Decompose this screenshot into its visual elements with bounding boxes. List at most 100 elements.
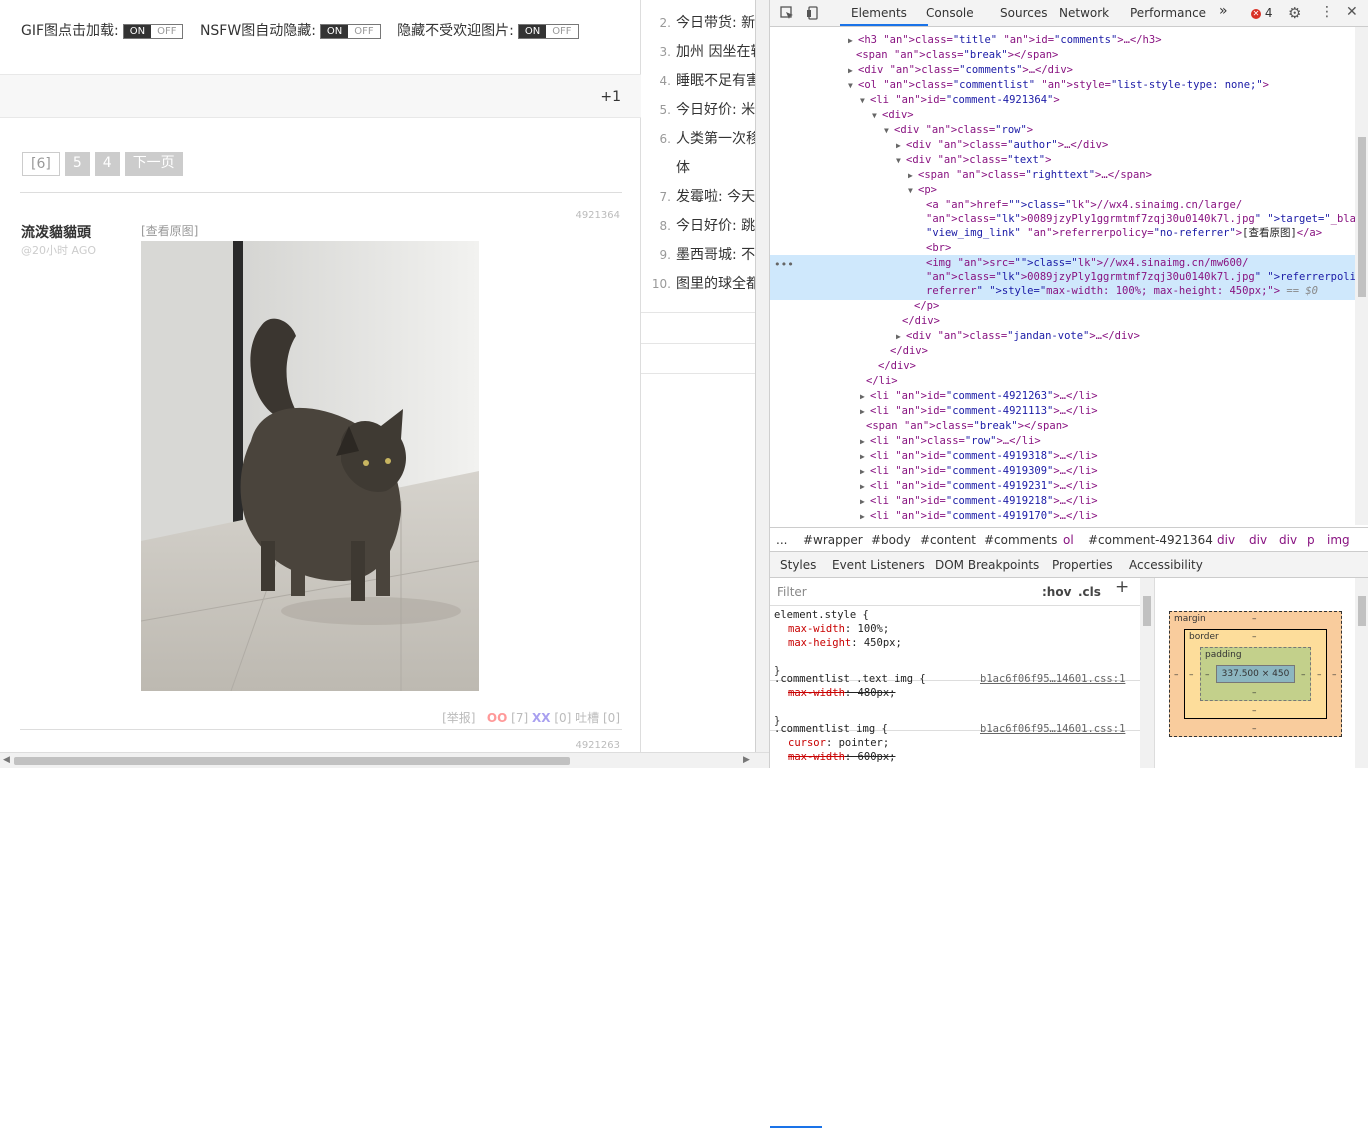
error-counter[interactable]: ✕ 4	[1251, 6, 1272, 20]
dom-node-row[interactable]: "an">class="lk">0089jzyPly1ggrmtmf7zqj30…	[926, 270, 1355, 285]
dom-node-row[interactable]: ▶ <h3 "an">class="title" "an">id="comment…	[848, 33, 1162, 48]
dom-node-row[interactable]: ▶ <li "an">id="comment-4919309">…</li>	[860, 464, 1098, 479]
new-rule-icon[interactable]: +	[1115, 579, 1129, 596]
gif-toggle[interactable]: ON OFF	[122, 23, 184, 39]
box-model-scrollbar-thumb[interactable]	[1358, 596, 1366, 626]
close-icon[interactable]: ✕	[1346, 4, 1358, 20]
dom-node-row[interactable]: ▶ <div "an">class="comments">…</div>	[848, 63, 1073, 78]
inspect-element-icon[interactable]	[780, 6, 794, 20]
dom-node-row[interactable]: ▼ <div "an">class="text">	[896, 153, 1051, 168]
elements-scrollbar-thumb[interactable]	[1358, 137, 1366, 297]
breadcrumb-item[interactable]: div	[1279, 533, 1297, 547]
dom-node-row[interactable]: "an">class="lk">0089jzyPly1ggrmtmf7zqj30…	[926, 212, 1355, 227]
css-rule-selector[interactable]: .commentlist .text img {	[774, 672, 926, 686]
hot-list-item[interactable]: 8. 今日好价: 跳	[641, 215, 755, 235]
css-source-link[interactable]: b1ac6f06f95…14601.css:1	[980, 672, 1125, 686]
expand-toggle-icon[interactable]: ▼	[896, 153, 906, 168]
breadcrumb-item[interactable]: #comment-4921364	[1088, 533, 1213, 547]
subtab-properties[interactable]: Properties	[1052, 558, 1113, 572]
kebab-menu-icon[interactable]: ⋮	[1320, 4, 1334, 20]
css-property[interactable]: max-height: 450px;	[788, 636, 902, 650]
page-4-link[interactable]: 4	[94, 152, 120, 176]
dom-node-row[interactable]: ▶ <li "an">id="comment-4919318">…</li>	[860, 449, 1098, 464]
expand-toggle-icon[interactable]: ▶	[860, 449, 870, 464]
styles-scrollbar-thumb[interactable]	[1143, 596, 1151, 626]
scroll-left-arrow-icon[interactable]: ◀	[3, 755, 10, 765]
hot-list-item[interactable]: 5. 今日好价: 米	[641, 99, 755, 119]
expand-toggle-icon[interactable]: ▶	[860, 434, 870, 449]
hot-list-item[interactable]: 4. 睡眠不足有害	[641, 70, 755, 90]
css-source-link[interactable]: b1ac6f06f95…14601.css:1	[980, 722, 1125, 736]
breadcrumb-item[interactable]: p	[1307, 533, 1315, 547]
hot-list-item[interactable]: 10. 图里的球全都	[641, 273, 755, 293]
dom-node-row[interactable]: <span "an">class="break"></span>	[856, 48, 1058, 63]
tab-network[interactable]: Network	[1059, 6, 1109, 20]
oo-button[interactable]: OO	[487, 711, 507, 725]
subtab-dom-breakpoints[interactable]: DOM Breakpoints	[935, 558, 1039, 572]
css-property[interactable]: max-width: 480px;	[788, 686, 895, 700]
hot-list-item[interactable]: 6. 人类第一次移	[641, 128, 755, 148]
expand-toggle-icon[interactable]: ▶	[860, 509, 870, 524]
breadcrumb-item[interactable]: div	[1249, 533, 1267, 547]
hot-list-item[interactable]: 体	[641, 157, 690, 177]
nsfw-toggle[interactable]: ON OFF	[319, 23, 381, 39]
page-5-link[interactable]: 5	[64, 152, 90, 176]
hot-list-item[interactable]: 3. 加州 因坐在转	[641, 41, 755, 61]
expand-toggle-icon[interactable]: ▶	[860, 389, 870, 404]
dom-node-row[interactable]: </div>	[890, 344, 928, 359]
breadcrumb-item[interactable]: ol	[1063, 533, 1074, 547]
dom-node-row[interactable]: ▶ <div "an">class="jandan-vote">…</div>	[896, 329, 1140, 344]
expand-toggle-icon[interactable]: ▼	[848, 78, 858, 93]
view-original-link[interactable]: [查看原图]	[141, 222, 198, 239]
hover-state-button[interactable]: :hov	[1042, 585, 1071, 599]
tucao-link[interactable]: 吐槽	[575, 711, 599, 725]
box-model-scrollbar[interactable]	[1355, 578, 1368, 768]
hot-list-item[interactable]: 2. 今日带货: 新	[641, 12, 755, 32]
breadcrumb-item[interactable]: #comments	[984, 533, 1057, 547]
horizontal-scrollbar-thumb[interactable]	[14, 757, 570, 765]
styles-filter-input[interactable]: Filter	[777, 585, 807, 599]
dom-node-row[interactable]: </div>	[902, 314, 940, 329]
dom-node-row[interactable]: <br>	[926, 241, 951, 256]
dom-node-row[interactable]: referrer" ">style="max-width: 100%; max-…	[926, 284, 1318, 299]
tab-console[interactable]: Console	[926, 6, 974, 20]
dom-node-row[interactable]: ▶ <li "an">id="comment-4919218">…</li>	[860, 494, 1098, 509]
device-toolbar-icon[interactable]	[806, 6, 820, 20]
dom-node-row[interactable]: </div>	[878, 359, 916, 374]
next-page-link[interactable]: 下一页	[124, 152, 183, 176]
dom-node-row[interactable]: <img "an">src="">class="lk">//wx4.sinaim…	[926, 256, 1248, 271]
css-rule-selector[interactable]: .commentlist img {	[774, 722, 888, 736]
dom-node-row[interactable]: </p>	[914, 299, 939, 314]
dom-node-row[interactable]: ▶ <li "an">id="comment-4921113">…</li>	[860, 404, 1098, 419]
class-toggle-button[interactable]: .cls	[1078, 585, 1101, 599]
expand-toggle-icon[interactable]: ▶	[896, 138, 906, 153]
dom-node-row[interactable]: ▶ <li "an">id="comment-4921263">…</li>	[860, 389, 1098, 404]
styles-scrollbar[interactable]	[1140, 578, 1154, 768]
expand-toggle-icon[interactable]: ▶	[848, 33, 858, 48]
expand-toggle-icon[interactable]: ▶	[860, 479, 870, 494]
breadcrumb-item[interactable]: #body	[871, 533, 911, 547]
subtab-event-listeners[interactable]: Event Listeners	[832, 558, 925, 572]
expand-toggle-icon[interactable]: ▶	[848, 63, 858, 78]
dom-node-row[interactable]: ▶ <div "an">class="author">…</div>	[896, 138, 1108, 153]
dom-node-row[interactable]: ▶ <li "an">class="row">…</li>	[860, 434, 1041, 449]
expand-toggle-icon[interactable]: ▼	[908, 183, 918, 198]
breadcrumb-item[interactable]: div	[1217, 533, 1235, 547]
tab-elements[interactable]: Elements	[851, 6, 907, 20]
expand-toggle-icon[interactable]: ▶	[860, 464, 870, 479]
dom-node-row[interactable]: </li>	[866, 374, 898, 389]
tab-performance[interactable]: Performance	[1130, 6, 1206, 20]
expand-toggle-icon[interactable]: ▼	[860, 93, 870, 108]
node-options-icon[interactable]: •••	[774, 257, 794, 272]
dom-node-row[interactable]: ▶ <li "an">id="comment-4919231">…</li>	[860, 479, 1098, 494]
breadcrumb-item[interactable]: #wrapper	[803, 533, 863, 547]
dom-node-row[interactable]: <span "an">class="break"></span>	[866, 419, 1068, 434]
expand-toggle-icon[interactable]: ▶	[860, 494, 870, 509]
dom-node-row[interactable]: ▼ <p>	[908, 183, 937, 198]
scroll-right-arrow-icon[interactable]: ▶	[743, 755, 750, 765]
hot-list-item[interactable]: 7. 发霉啦: 今天	[641, 186, 755, 206]
plus-one-button[interactable]: +1	[600, 89, 621, 105]
expand-toggle-icon[interactable]: ▶	[860, 404, 870, 419]
report-link[interactable]: [举报]	[442, 711, 475, 725]
dom-node-row[interactable]: ▼ <div "an">class="row">	[884, 123, 1033, 138]
